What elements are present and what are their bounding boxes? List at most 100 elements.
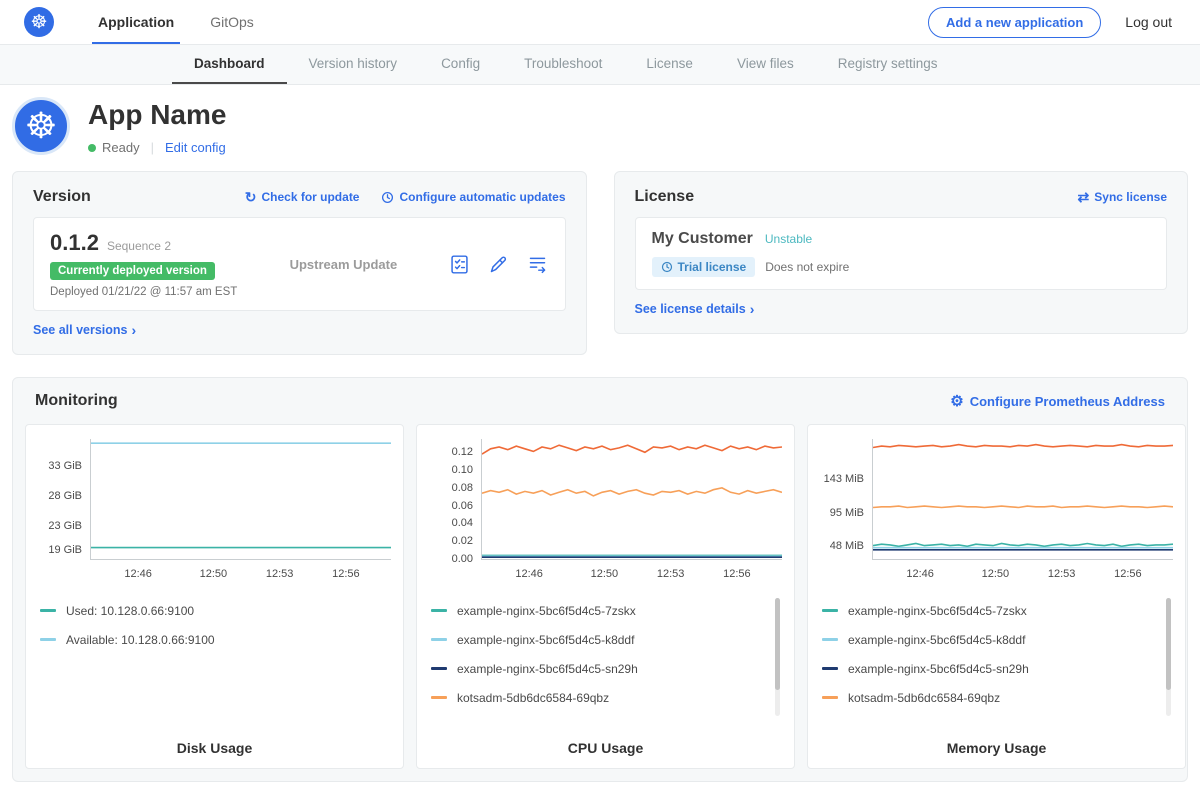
edit-config-link[interactable]: Edit config [165,140,226,155]
legend-scrollbar[interactable] [1166,598,1171,716]
clock-icon [661,261,673,273]
logout-button[interactable]: Log out [1125,14,1172,30]
legend-swatch [431,609,447,612]
disk-y-axis: 33 GiB28 GiB23 GiB19 GiB [38,439,90,559]
legend-label: example-nginx-5bc6f5d4c5-7zskx [457,604,636,618]
release-notes-icon[interactable] [527,254,548,275]
primary-nav: Application GitOps [80,0,272,44]
y-tick-label: 0.02 [452,535,473,547]
configure-prometheus-label: Configure Prometheus Address [970,394,1165,409]
y-tick-label: 0.08 [452,482,473,494]
y-tick-label: 0.00 [452,553,473,565]
x-tick-label: 12:56 [332,568,360,580]
clock-icon [381,191,394,204]
tab-version-history[interactable]: Version history [287,45,420,84]
legend-swatch [431,638,447,641]
kubernetes-logo-icon[interactable]: ☸ [24,7,54,37]
legend-item: kotsadm-5db6dc6584-69qbz [431,683,780,712]
legend-item: example-nginx-5bc6f5d4c5-k8ddf [431,625,780,654]
legend-swatch [431,696,447,699]
legend-scrollbar[interactable] [775,598,780,716]
see-all-versions-label: See all versions [33,323,128,337]
tab-config[interactable]: Config [419,45,502,84]
y-tick-label: 0.06 [452,500,473,512]
y-tick-label: 28 GiB [48,490,82,502]
see-license-details-link[interactable]: See license details › [635,301,755,317]
disk-usage-plot [91,439,391,559]
sync-icon: ⇄ [1078,190,1090,204]
x-tick-label: 12:50 [982,568,1010,580]
series-line [873,445,1173,448]
chart-title: Disk Usage [38,740,391,756]
legend-item: example-nginx-5bc6f5d4c5-7zskx [431,596,780,625]
preflight-checks-icon[interactable] [449,254,470,275]
see-all-versions-link[interactable]: See all versions › [33,322,136,338]
license-expiry: Does not expire [765,260,849,274]
disk-legend: Used: 10.128.0.66:9100Available: 10.128.… [40,596,389,654]
currently-deployed-badge: Currently deployed version [50,262,215,280]
status-dot [88,144,96,152]
add-new-application-button[interactable]: Add a new application [928,7,1101,38]
tab-troubleshoot[interactable]: Troubleshoot [502,45,624,84]
legend-item: Used: 10.128.0.66:9100 [40,596,389,625]
top-navbar: ☸ Application GitOps Add a new applicati… [0,0,1200,45]
legend-item: example-nginx-5bc6f5d4c5-k8ddf [822,625,1171,654]
scrollbar-thumb[interactable] [1166,598,1171,690]
cpu-usage-plot [482,439,782,559]
wheel-glyph: ☸ [25,105,57,147]
legend-item: example-nginx-5bc6f5d4c5-sn29h [822,654,1171,683]
configure-prometheus-link[interactable]: ⚙ Configure Prometheus Address [950,394,1165,409]
legend-item: example-nginx-5bc6f5d4c5-7zskx [822,596,1171,625]
disk-usage-chart-card: 33 GiB28 GiB23 GiB19 GiB 12:4612:5012:53… [25,424,404,769]
wheel-glyph: ☸ [30,11,47,34]
memory-usage-chart-card: 143 MiB95 MiB48 MiB 12:4612:5012:5312:56… [807,424,1186,769]
chevron-right-icon: › [750,301,755,317]
legend-label: kotsadm-5db6dc6584-69qbz [848,691,1000,705]
y-tick-label: 0.10 [452,464,473,476]
upstream-update-label: Upstream Update [290,257,398,272]
sync-license-label: Sync license [1094,190,1167,204]
check-for-update-link[interactable]: ↻ Check for update [245,190,360,204]
cpu-legend: example-nginx-5bc6f5d4c5-7zskx example-ng… [431,596,780,712]
y-tick-label: 0.04 [452,517,473,529]
refresh-icon: ↻ [245,190,257,204]
legend-label: example-nginx-5bc6f5d4c5-sn29h [848,662,1029,676]
legend-swatch [822,696,838,699]
configure-auto-updates-label: Configure automatic updates [399,190,565,204]
sync-license-link[interactable]: ⇄ Sync license [1078,190,1167,204]
scrollbar-thumb[interactable] [775,598,780,690]
tab-license[interactable]: License [624,45,715,84]
legend-label: example-nginx-5bc6f5d4c5-sn29h [457,662,638,676]
disk-x-axis: 12:4612:5012:5312:56 [90,566,391,582]
version-sequence: Sequence 2 [107,239,171,253]
tab-dashboard[interactable]: Dashboard [172,45,287,84]
y-tick-label: 0.12 [452,446,473,458]
cards-row: Version ↻ Check for update Configure aut… [12,171,1188,355]
tab-application[interactable]: Application [80,0,192,44]
current-version-panel: 0.1.2 Sequence 2 Currently deployed vers… [33,217,566,311]
trial-license-badge: Trial license [652,257,756,277]
chart-title: CPU Usage [429,740,782,756]
version-number: 0.1.2 [50,230,99,256]
tab-gitops[interactable]: GitOps [192,0,272,44]
legend-swatch [40,609,56,612]
configure-automatic-updates-link[interactable]: Configure automatic updates [381,190,565,204]
x-tick-label: 12:56 [1114,568,1142,580]
see-license-details-label: See license details [635,302,746,316]
legend-label: Used: 10.128.0.66:9100 [66,604,194,618]
series-line [873,544,1173,547]
tab-registry-settings[interactable]: Registry settings [816,45,960,84]
x-tick-label: 12:53 [266,568,294,580]
divider: | [151,140,154,155]
edit-yaml-icon[interactable] [488,254,509,275]
monitoring-title: Monitoring [35,392,118,410]
license-panel: My Customer Unstable Trial license Does … [635,217,1168,290]
y-tick-label: 48 MiB [830,540,864,552]
tab-view-files[interactable]: View files [715,45,816,84]
y-tick-label: 19 GiB [48,544,82,556]
app-logo-icon: ☸ [12,97,70,155]
y-tick-label: 143 MiB [824,473,864,485]
x-tick-label: 12:46 [515,568,543,580]
series-line [482,445,782,454]
customer-name: My Customer [652,230,753,248]
